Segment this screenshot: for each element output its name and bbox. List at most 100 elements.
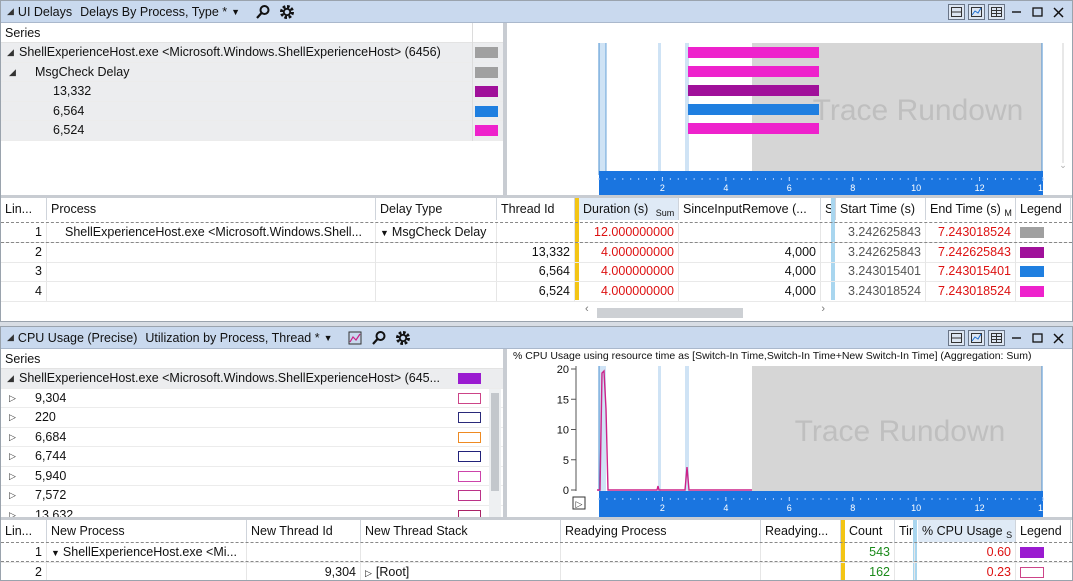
series-item-thread[interactable]: ▷ 220: [1, 408, 503, 428]
cell-cpu-usage[interactable]: 0.23: [918, 562, 1016, 580]
col-header-delay-type[interactable]: Delay Type: [376, 198, 497, 220]
cell-new-process[interactable]: ▼ ShellExperienceHost.exe <Mi...: [47, 543, 247, 563]
series-scrollbar[interactable]: [489, 389, 501, 517]
graph-only-view-icon[interactable]: [968, 330, 985, 346]
collapsed-icon[interactable]: ▷: [9, 428, 16, 447]
cell-line[interactable]: 1: [1, 543, 47, 563]
cell-line[interactable]: 3: [1, 262, 47, 282]
collapsed-icon[interactable]: ▷: [9, 506, 16, 518]
chart-type-icon[interactable]: [344, 328, 366, 348]
maximize-icon[interactable]: [1027, 329, 1047, 347]
cell-duration[interactable]: 12.000000000: [579, 223, 679, 243]
collapsed-icon[interactable]: ▷: [9, 486, 16, 505]
cell-count[interactable]: 162: [845, 562, 895, 580]
cpu-usage-chart[interactable]: % CPU Usage using resource time as [Swit…: [507, 349, 1071, 517]
scroll-left-icon[interactable]: ‹: [585, 303, 589, 315]
cell-new-thread-stack[interactable]: ▷ [Root]: [361, 562, 561, 580]
series-item-thread[interactable]: ▷ 7,572: [1, 486, 503, 506]
cell-thread-id[interactable]: 6,564: [497, 262, 575, 282]
cell-end-time[interactable]: 7.243018524: [926, 223, 1016, 243]
scroll-thumb[interactable]: [597, 308, 743, 318]
series-item-thread[interactable]: ▷ 13,632: [1, 506, 503, 518]
graph-only-view-icon[interactable]: [968, 4, 985, 20]
table-only-view-icon[interactable]: [988, 4, 1005, 20]
cell-new-thread-id[interactable]: [247, 543, 361, 563]
graph-table-view-icon[interactable]: [948, 330, 965, 346]
preset-dropdown[interactable]: Delays By Process, Type *: [80, 5, 227, 19]
cell-readying-process[interactable]: [561, 543, 761, 563]
cell-line[interactable]: 1: [1, 223, 47, 243]
col-header-duration[interactable]: Duration (s) Sum: [579, 198, 679, 220]
cell-start-time[interactable]: 3.243018524: [836, 281, 926, 301]
cell-new-thread-stack[interactable]: [361, 543, 561, 563]
series-item-process[interactable]: ◢ ShellExperienceHost.exe <Microsoft.Win…: [1, 369, 503, 389]
cell-process[interactable]: ShellExperienceHost.exe <Microsoft.Windo…: [47, 223, 376, 243]
cell-end-time[interactable]: 7.243015401: [926, 262, 1016, 282]
collapsed-icon[interactable]: ▷: [9, 467, 16, 486]
preset-dropdown[interactable]: Utilization by Process, Thread *: [145, 331, 319, 345]
col-header-tir[interactable]: Tir: [895, 520, 915, 542]
cell-new-process[interactable]: [47, 562, 247, 580]
cell-end-time[interactable]: 7.242625843: [926, 242, 1016, 262]
cell-line[interactable]: 4: [1, 281, 47, 301]
cell-since-input[interactable]: 4,000: [679, 281, 821, 301]
delay-bar-aggregate[interactable]: [688, 47, 819, 58]
cell-start-time[interactable]: 3.242625843: [836, 223, 926, 243]
delay-bar-6524[interactable]: [688, 123, 819, 134]
delays-table-scrollbar[interactable]: ‹ ›: [579, 303, 831, 319]
delay-bar-6564[interactable]: [688, 104, 819, 115]
search-icon[interactable]: [252, 2, 274, 22]
cell-duration[interactable]: 4.000000000: [579, 262, 679, 282]
cell-since-input[interactable]: [679, 223, 821, 243]
delay-bar-aggregate[interactable]: [688, 66, 819, 77]
search-icon[interactable]: [368, 328, 390, 348]
col-header-line[interactable]: Lin...: [1, 198, 47, 220]
cell-delay-type[interactable]: [376, 242, 497, 262]
col-header-count[interactable]: Count: [845, 520, 895, 542]
cell-cpu-usage[interactable]: 0.60: [918, 543, 1016, 563]
series-item-process[interactable]: ◢ ShellExperienceHost.exe <Microsoft.Win…: [1, 43, 503, 63]
gear-icon[interactable]: [392, 328, 414, 348]
col-header-new-process[interactable]: New Process: [47, 520, 247, 542]
close-icon[interactable]: [1048, 329, 1068, 347]
cell-thread-id[interactable]: 13,332: [497, 242, 575, 262]
chevron-down-icon[interactable]: ▼: [231, 7, 240, 17]
series-item-thread[interactable]: 6,564: [1, 101, 503, 121]
graph-table-view-icon[interactable]: [948, 4, 965, 20]
cell-since-input[interactable]: 4,000: [679, 242, 821, 262]
cell-readying[interactable]: [761, 543, 841, 563]
series-item-thread[interactable]: 6,524: [1, 121, 503, 141]
scroll-thumb[interactable]: [491, 393, 499, 491]
col-header-process[interactable]: Process: [47, 198, 376, 220]
expanded-icon[interactable]: ◢: [9, 63, 16, 82]
cell-process[interactable]: [47, 262, 376, 282]
cell-delay-type[interactable]: [376, 281, 497, 301]
blue-divider[interactable]: [831, 198, 835, 300]
scroll-right-icon[interactable]: ›: [821, 303, 825, 315]
gear-icon[interactable]: [276, 2, 298, 22]
col-header-end-time[interactable]: End Time (s) M: [926, 198, 1016, 220]
cell-tir[interactable]: [895, 543, 915, 563]
series-item-thread[interactable]: ▷ 5,940: [1, 467, 503, 486]
collapse-pane-icon[interactable]: ◢: [7, 6, 14, 17]
cell-readying-process[interactable]: [561, 562, 761, 580]
series-item-delay-type[interactable]: ◢ MsgCheck Delay: [1, 62, 503, 82]
chevron-down-icon[interactable]: ▼: [324, 333, 333, 343]
col-header-cpu-usage[interactable]: % CPU Usage S: [918, 520, 1016, 542]
close-icon[interactable]: [1048, 3, 1068, 21]
cell-count[interactable]: 543: [845, 543, 895, 563]
collapsed-icon[interactable]: ▷: [9, 389, 16, 408]
col-header-start-time[interactable]: Start Time (s): [836, 198, 926, 220]
collapsed-icon[interactable]: ▷: [365, 568, 372, 578]
collapsed-icon[interactable]: ▷: [9, 447, 16, 466]
cell-line[interactable]: 2: [1, 242, 47, 262]
delay-bar-13332[interactable]: [688, 85, 819, 96]
cell-end-time[interactable]: 7.243018524: [926, 281, 1016, 301]
cell-tir[interactable]: [895, 562, 915, 580]
cell-new-thread-id[interactable]: 9,304: [247, 562, 361, 580]
cell-delay-type[interactable]: [376, 262, 497, 282]
expanded-icon[interactable]: ▼: [380, 228, 389, 238]
cell-line[interactable]: 2: [1, 562, 47, 580]
cell-readying[interactable]: [761, 562, 841, 580]
col-header-line[interactable]: Lin...: [1, 520, 47, 542]
